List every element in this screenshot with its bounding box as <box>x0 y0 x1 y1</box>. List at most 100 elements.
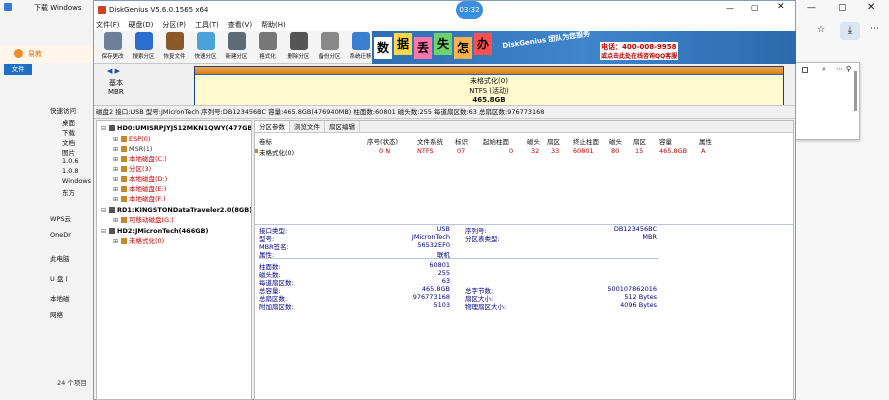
explorer-nav-item[interactable]: U 盘 ( <box>50 273 68 283</box>
expand-icon[interactable]: ⊟ <box>101 227 109 237</box>
detail-value: 60801 <box>429 261 450 269</box>
expand-icon[interactable]: ⊞ <box>113 237 121 247</box>
explorer-nav-item[interactable]: OneDr <box>50 231 71 239</box>
table-cell[interactable]: 32 <box>531 147 539 155</box>
close-icon[interactable]: ✕ <box>867 2 875 13</box>
expand-icon[interactable]: ⊟ <box>101 206 109 216</box>
pin-icon[interactable]: ⚲ <box>846 65 851 73</box>
tree-node[interactable]: ⊟ HD2:JMicronTech(466GB) <box>101 226 208 236</box>
maximize-icon[interactable]: ▢ <box>751 3 759 12</box>
explorer-file-tab[interactable]: 文件 <box>4 64 32 75</box>
column-header[interactable]: 磁头 <box>527 136 540 146</box>
banner-tile: 据 <box>394 33 412 55</box>
nav-arrows-icon[interactable]: ◀ ▶ <box>107 67 120 75</box>
tree-node[interactable]: ⊞ ESP(0) <box>113 134 150 144</box>
more-icon[interactable]: ⋯ <box>836 65 843 73</box>
table-cell[interactable]: NTFS <box>417 147 434 155</box>
column-header[interactable]: 起始柱面 <box>483 136 509 146</box>
explorer-nav-item[interactable]: 此电脑 <box>50 253 70 263</box>
table-cell[interactable]: 0 <box>509 147 513 155</box>
favorite-star-icon[interactable]: ☆ <box>817 25 825 35</box>
quick-partition-icon <box>196 32 215 50</box>
explorer-nav-item[interactable]: Windows <box>62 177 91 185</box>
table-cell[interactable]: A <box>701 147 705 155</box>
table-cell[interactable]: 465.8GB <box>659 147 687 155</box>
table-cell[interactable]: 07 <box>457 147 465 155</box>
column-header[interactable]: 属性 <box>699 136 712 146</box>
column-header[interactable]: 终止柱面 <box>573 136 599 146</box>
browser-tab-label[interactable]: 易教 <box>28 49 42 59</box>
minimize-icon[interactable]: — <box>807 3 816 13</box>
toolbar-button[interactable]: 格式化 <box>251 32 284 60</box>
column-header[interactable]: 文件系统 <box>417 136 443 146</box>
expand-icon[interactable]: ⊞ <box>113 195 121 205</box>
toolbar-button[interactable]: 备份分区 <box>313 32 346 60</box>
explorer-nav-item[interactable]: 图片 <box>62 147 75 157</box>
column-header[interactable]: 标识 <box>455 136 468 146</box>
minimize-icon[interactable]: — <box>726 4 734 13</box>
column-header[interactable]: 扇区 <box>547 136 560 146</box>
explorer-nav-item[interactable]: 文档 <box>62 137 75 147</box>
expand-icon[interactable]: ⊞ <box>113 216 121 226</box>
download-icon[interactable]: ⤓ <box>840 22 860 40</box>
table-cell[interactable]: 33 <box>551 147 559 155</box>
explorer-nav-item[interactable]: 本地磁 <box>50 293 70 303</box>
toolbar-button[interactable]: 删除分区 <box>282 32 315 60</box>
tree-node-label: HD0:UMISRPJYJ512MKN1QWY(477GB) <box>117 124 252 132</box>
scrollbar[interactable] <box>854 71 857 111</box>
detail-label: 物理扇区大小: <box>465 303 507 311</box>
tab-1[interactable]: 浏览文件 <box>290 121 325 132</box>
explorer-nav-item[interactable]: 1.0.8 <box>62 167 79 175</box>
column-header[interactable]: 磁头 <box>609 136 622 146</box>
column-header[interactable]: 序号(状态) <box>367 136 398 146</box>
explorer-nav-item[interactable]: 快速访问 <box>50 105 76 115</box>
toolbar-button[interactable]: 快速分区 <box>189 32 222 60</box>
tree-node[interactable]: ⊞ MSR(1) <box>113 144 152 154</box>
table-cell[interactable]: 0 N <box>379 147 390 155</box>
tree-node[interactable]: ⊟ RD1:KINGSTONDataTraveler2.0(8GB) <box>101 205 251 216</box>
maximize-icon[interactable]: ▢ <box>838 3 847 13</box>
tree-node[interactable]: ⊞ 本地磁盘(F:) <box>113 194 166 204</box>
tab-0[interactable]: 分区参数 <box>255 121 290 132</box>
more-menu-icon[interactable]: ⋯ <box>870 24 879 34</box>
tree-node[interactable]: ⊟ HD0:UMISRPJYJ512MKN1QWY(477GB) <box>101 123 252 134</box>
explorer-nav-item[interactable]: 下载 <box>62 127 75 137</box>
menu-item[interactable]: 分区(P) <box>162 20 186 30</box>
menu-item[interactable]: 工具(T) <box>195 20 219 30</box>
tab-2[interactable]: 扇区编辑 <box>325 121 360 132</box>
explorer-nav-item[interactable]: 东方 <box>62 187 75 197</box>
tree-node[interactable]: ⊞ 未格式化(0) <box>113 236 164 246</box>
column-header[interactable]: 卷标 <box>259 136 272 146</box>
tree-node-label: ESP(0) <box>129 135 151 143</box>
menu-item[interactable]: 帮助(H) <box>261 20 286 30</box>
explorer-nav-item[interactable]: 桌面 <box>62 117 75 127</box>
partition-block[interactable]: 未格式化(0) NTFS (活动) 465.8GB <box>194 66 784 105</box>
column-header[interactable]: 扇区 <box>633 136 646 146</box>
tree-node[interactable]: ⊞ 本地磁盘(D:) <box>113 174 167 184</box>
table-cell[interactable]: 80 <box>611 147 619 155</box>
tree-node[interactable]: ⊞ 本地磁盘(C:) <box>113 154 167 164</box>
table-cell[interactable]: 60801 <box>573 147 594 155</box>
tree-node[interactable]: ⊞ 可移动磁盘(G:) <box>113 215 174 225</box>
menu-item[interactable]: 查看(V) <box>228 20 252 30</box>
tree-node[interactable]: ⊞ 分区(3) <box>113 164 151 174</box>
explorer-nav-item[interactable]: 网络 <box>50 309 63 319</box>
table-cell[interactable]: 未格式化(0) <box>259 147 294 157</box>
menu-item[interactable]: 文件(F) <box>96 20 120 30</box>
toolbar-button[interactable]: 保存更改 <box>96 32 129 60</box>
tree-node[interactable]: ⊞ 本地磁盘(E:) <box>113 184 166 194</box>
menu-item[interactable]: 硬盘(D) <box>129 20 154 30</box>
toolbar-button[interactable]: 搜索分区 <box>127 32 160 60</box>
search-icon[interactable]: ⌕ <box>822 65 826 74</box>
banner-tile: 怎 <box>454 37 472 59</box>
explorer-nav-item[interactable]: WPS云 <box>50 213 71 223</box>
explorer-nav-item[interactable]: 1.0.6 <box>62 157 79 165</box>
close-icon[interactable]: ✕ <box>777 2 785 12</box>
table-cell[interactable]: 15 <box>635 147 643 155</box>
folder-icon[interactable] <box>802 67 808 73</box>
toolbar-button[interactable]: 新建分区 <box>220 32 253 60</box>
promo-banner[interactable]: 数据丢失怎办 DiskGenius 团队为您服务 电话：400-008-9958… <box>372 31 796 64</box>
toolbar-button[interactable]: 恢复文件 <box>158 32 191 60</box>
expand-icon[interactable]: ⊟ <box>101 124 109 134</box>
column-header[interactable]: 容量 <box>659 136 672 146</box>
